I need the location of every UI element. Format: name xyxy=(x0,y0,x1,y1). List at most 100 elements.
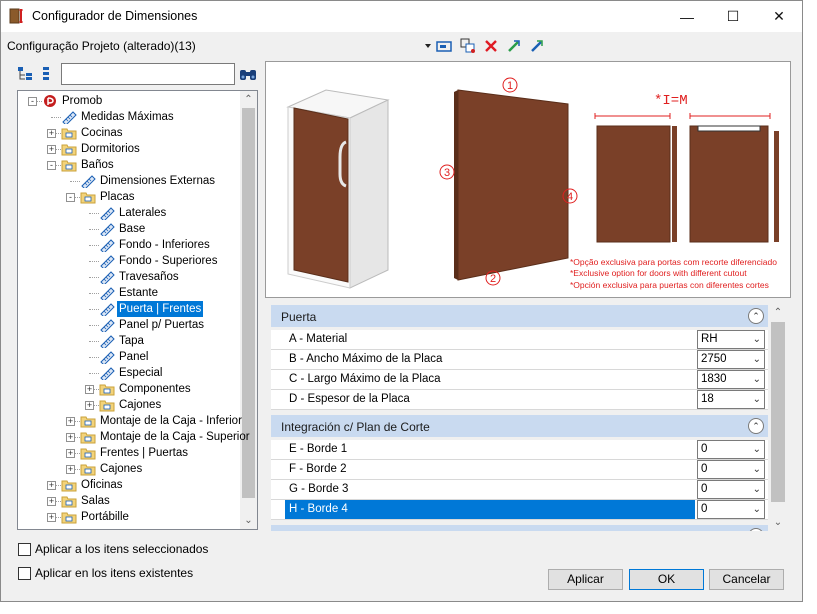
tree-item[interactable]: + Dormitorios xyxy=(18,141,240,157)
property-value-select[interactable]: RH ⌄ xyxy=(697,330,765,349)
tree-item[interactable]: + Oficinas xyxy=(18,477,240,493)
expand-toggle-icon[interactable]: + xyxy=(47,513,56,522)
property-grid-scrollbar[interactable]: ⌃ ⌄ xyxy=(770,305,786,531)
property-row[interactable]: C - Largo Máximo de la Placa 1830 ⌄ xyxy=(271,370,768,390)
apply-button[interactable]: Aplicar xyxy=(548,569,623,590)
property-row[interactable]: G - Borde 3 0 ⌄ xyxy=(271,480,768,500)
tree-item[interactable]: + Cajones xyxy=(18,461,240,477)
expand-toggle-icon[interactable]: + xyxy=(66,433,75,442)
property-row[interactable]: E - Borde 1 0 ⌄ xyxy=(271,440,768,460)
apply-selected-checkbox[interactable]: Aplicar a los itens seleccionados xyxy=(18,542,278,558)
property-value-select[interactable]: 0 ⌄ xyxy=(697,440,765,459)
tree-item[interactable]: + Salas xyxy=(18,493,240,509)
scroll-down-icon[interactable]: ⌄ xyxy=(770,515,786,531)
minimize-button[interactable]: — xyxy=(664,1,710,32)
chevron-down-icon[interactable]: ⌄ xyxy=(753,331,761,348)
import-config-icon[interactable] xyxy=(505,37,523,55)
tree-item[interactable]: Tapa xyxy=(18,333,240,349)
tree-item[interactable]: + Montaje de la Caja - Superior xyxy=(18,429,250,445)
tree-item[interactable]: Travesaños xyxy=(18,269,240,285)
tree-item[interactable]: Panel p/ Puertas xyxy=(18,317,240,333)
property-row[interactable]: H - Borde 4 0 ⌄ xyxy=(271,500,768,520)
category-header[interactable]: Puerta ⌃ xyxy=(271,305,768,327)
category-header[interactable]: Integración c/ Plan de Corte ⌃ xyxy=(271,415,768,437)
tree-item[interactable]: + Portábille xyxy=(18,509,240,525)
expand-toggle-icon[interactable]: + xyxy=(47,497,56,506)
tree-item[interactable]: + Componentes xyxy=(18,381,240,397)
tree-item[interactable]: + Cocinas xyxy=(18,125,240,141)
tree-item[interactable]: - Baños xyxy=(18,157,240,173)
scroll-up-icon[interactable]: ⌃ xyxy=(240,91,257,108)
delete-config-icon[interactable] xyxy=(482,37,500,55)
property-value-select[interactable]: 1830 ⌄ xyxy=(697,370,765,389)
property-row[interactable]: B - Ancho Máximo de la Placa 2750 ⌄ xyxy=(271,350,768,370)
expand-all-icon[interactable] xyxy=(17,66,33,82)
binoculars-search-icon[interactable] xyxy=(239,66,257,82)
tree-item[interactable]: Fondo - Inferiores xyxy=(18,237,240,253)
chevron-down-icon[interactable]: ⌄ xyxy=(753,441,761,458)
export-config-icon[interactable] xyxy=(528,37,546,55)
checkbox-box[interactable] xyxy=(18,567,31,580)
property-value-select[interactable]: 2750 ⌄ xyxy=(697,350,765,369)
close-button[interactable]: ✕ xyxy=(756,1,802,32)
collapse-toggle-icon[interactable]: - xyxy=(47,161,56,170)
expand-toggle-icon[interactable]: + xyxy=(85,401,94,410)
expand-toggle-icon[interactable]: + xyxy=(66,465,75,474)
tree-item[interactable]: Especial xyxy=(18,365,240,381)
copy-config-icon[interactable] xyxy=(459,37,477,55)
tree-item-label: Oficinas xyxy=(81,479,123,491)
expand-toggle-icon[interactable]: + xyxy=(47,481,56,490)
apply-existing-checkbox[interactable]: Aplicar en los itens existentes xyxy=(18,566,278,582)
tree-item[interactable]: Medidas Máximas xyxy=(18,109,240,125)
maximize-button[interactable]: ☐ xyxy=(710,1,756,32)
tree-item[interactable]: + Cajones xyxy=(18,397,240,413)
tree-item[interactable]: + Montaje de la Caja - Inferior xyxy=(18,413,242,429)
property-value-select[interactable]: 18 ⌄ xyxy=(697,390,765,409)
tree-search-input[interactable] xyxy=(61,63,235,85)
cancel-button[interactable]: Cancelar xyxy=(709,569,784,590)
collapse-category-icon[interactable]: ⌃ xyxy=(748,528,764,531)
tree-item[interactable]: - Placas xyxy=(18,189,240,205)
tree-scrollbar[interactable]: ⌃ ⌄ xyxy=(240,91,257,529)
property-value-select[interactable]: 0 ⌄ xyxy=(697,500,765,519)
tree-item[interactable]: Fondo - Superiores xyxy=(18,253,240,269)
checkbox-box[interactable] xyxy=(18,543,31,556)
property-value-select[interactable]: 0 ⌄ xyxy=(697,460,765,479)
chevron-down-icon[interactable]: ⌄ xyxy=(753,351,761,368)
property-value-select[interactable]: 0 ⌄ xyxy=(697,480,765,499)
tree-item[interactable]: - Promob xyxy=(18,93,240,109)
scroll-up-icon[interactable]: ⌃ xyxy=(770,305,786,321)
expand-toggle-icon[interactable]: + xyxy=(47,129,56,138)
property-row[interactable]: A - Material RH ⌄ xyxy=(271,330,768,350)
tree-item[interactable]: Dimensiones Externas xyxy=(18,173,240,189)
category-header[interactable]: Parametro de Fabricación ⌃ xyxy=(271,525,768,531)
collapse-all-icon[interactable] xyxy=(39,66,55,82)
collapse-toggle-icon[interactable]: - xyxy=(28,97,37,106)
tree-item[interactable]: + Frentes | Puertas xyxy=(18,445,240,461)
expand-toggle-icon[interactable]: + xyxy=(47,145,56,154)
chevron-down-icon[interactable]: ⌄ xyxy=(753,391,761,408)
property-row[interactable]: D - Espesor de la Placa 18 ⌄ xyxy=(271,390,768,410)
property-row[interactable]: F - Borde 2 0 ⌄ xyxy=(271,460,768,480)
expand-toggle-icon[interactable]: + xyxy=(66,449,75,458)
chevron-down-icon[interactable]: ⌄ xyxy=(753,461,761,478)
chevron-down-icon[interactable]: ⌄ xyxy=(753,501,761,518)
collapse-toggle-icon[interactable]: - xyxy=(66,193,75,202)
ok-button[interactable]: OK xyxy=(629,569,704,590)
scroll-down-icon[interactable]: ⌄ xyxy=(240,512,257,529)
chevron-down-icon[interactable]: ⌄ xyxy=(753,481,761,498)
collapse-category-icon[interactable]: ⌃ xyxy=(748,308,764,324)
collapse-category-icon[interactable]: ⌃ xyxy=(748,418,764,434)
property-grid[interactable]: Puerta ⌃ A - Material RH ⌄ B - Ancho Máximo d… xyxy=(271,303,785,531)
expand-toggle-icon[interactable]: + xyxy=(66,417,75,426)
save-config-icon[interactable] xyxy=(435,37,453,55)
property-grid-scroll-thumb[interactable] xyxy=(771,322,785,502)
tree-item[interactable]: Puerta | Frentes xyxy=(18,301,240,317)
category-tree[interactable]: ⌃ ⌄ - Promob Medidas Máximas + Cocinas + Dormi… xyxy=(17,90,258,530)
tree-item[interactable]: Estante xyxy=(18,285,240,301)
chevron-down-icon[interactable]: ⌄ xyxy=(753,371,761,388)
tree-item[interactable]: Base xyxy=(18,221,240,237)
expand-toggle-icon[interactable]: + xyxy=(85,385,94,394)
tree-item[interactable]: Panel xyxy=(18,349,240,365)
tree-item[interactable]: Laterales xyxy=(18,205,240,221)
